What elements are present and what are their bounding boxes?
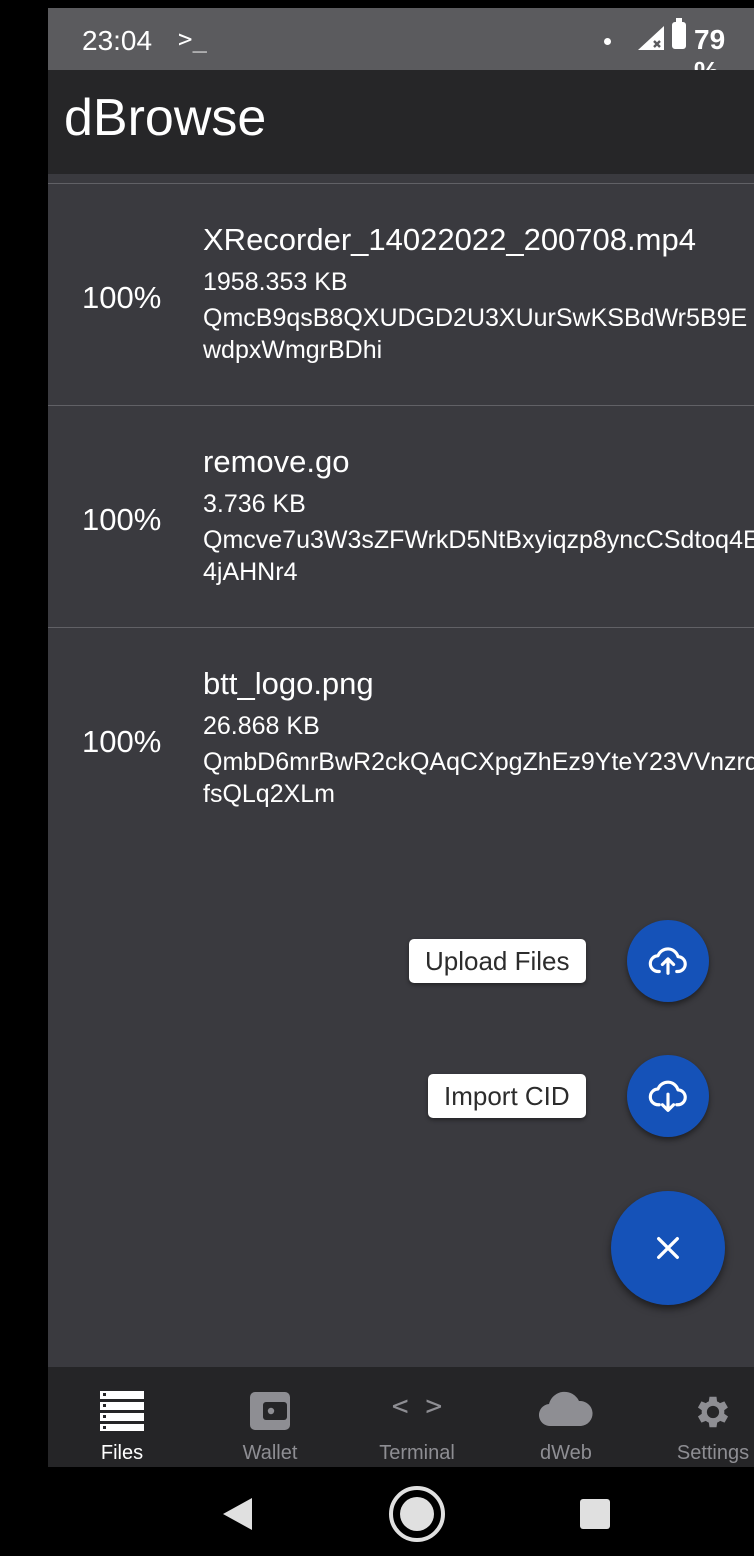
nav-label: dWeb <box>540 1442 592 1464</box>
file-cid: QmcB9qsB8QXUDGD2U3XUurSwKSBdWr5B9EwdpxWm… <box>203 304 748 364</box>
file-row[interactable]: 100% XRecorder_14022022_200708.mp4 1958.… <box>48 184 754 405</box>
home-icon[interactable] <box>388 1485 446 1543</box>
nav-label: Settings <box>676 1442 750 1464</box>
terminal-notification-icon: >_ <box>178 25 207 53</box>
code-icon: < > <box>391 1389 443 1422</box>
import-cid-label[interactable]: Import CID <box>428 1074 586 1118</box>
bottom-navigation: Files Wallet < > Terminal dWeb Settings <box>48 1367 754 1467</box>
back-icon[interactable] <box>222 1497 254 1531</box>
file-name: btt_logo.png <box>203 666 374 701</box>
close-fab-button[interactable] <box>611 1191 725 1305</box>
close-icon <box>657 1237 679 1259</box>
nav-item-settings[interactable]: Settings <box>643 1367 754 1467</box>
file-size: 1958.353 KB <box>203 268 348 296</box>
battery-icon <box>672 18 686 49</box>
signal-icon <box>636 24 666 59</box>
notification-dot-icon <box>604 38 611 45</box>
file-cid: Qmcve7u3W3sZFWrkD5NtBxyiqzp8yncCSdtoq4E4… <box>203 526 754 586</box>
file-progress: 100% <box>82 724 162 759</box>
import-cid-button[interactable] <box>627 1055 709 1137</box>
nav-item-wallet[interactable]: Wallet <box>200 1367 340 1467</box>
wallet-icon <box>249 1391 291 1436</box>
file-size: 26.868 KB <box>203 712 320 740</box>
file-row[interactable]: 100% remove.go 3.736 KB Qmcve7u3W3sZFWrk… <box>48 406 754 627</box>
file-name: XRecorder_14022022_200708.mp4 <box>203 222 696 257</box>
gear-icon <box>692 1391 734 1438</box>
file-cid: QmbD6mrBwR2ckQAqCXpgZhEz9YteY23VVnzrdfsQ… <box>203 748 754 808</box>
app-title: dBrowse <box>64 89 267 147</box>
status-time: 23:04 <box>82 25 153 56</box>
cloud-download-icon <box>648 1080 687 1112</box>
file-name: remove.go <box>203 444 350 479</box>
file-progress: 100% <box>82 502 162 537</box>
system-navigation-bar <box>0 1467 754 1556</box>
app-bar: dBrowse <box>48 70 754 174</box>
cloud-icon <box>538 1391 593 1432</box>
upload-files-label[interactable]: Upload Files <box>409 939 586 983</box>
nav-label: Terminal <box>379 1442 455 1464</box>
status-bar: 23:04 >_ 79 % <box>48 8 754 87</box>
nav-item-terminal[interactable]: < > Terminal <box>347 1367 487 1467</box>
files-icon <box>100 1391 144 1436</box>
nav-label: Files <box>100 1442 144 1464</box>
app-screen: 23:04 >_ 79 % dBrowse 100% XRecorder_140… <box>48 8 754 1467</box>
nav-item-files[interactable]: Files <box>52 1367 192 1467</box>
nav-item-dweb[interactable]: dWeb <box>496 1367 636 1467</box>
recents-icon[interactable] <box>580 1499 610 1529</box>
file-size: 3.736 KB <box>203 490 306 518</box>
file-row[interactable]: 100% btt_logo.png 26.868 KB QmbD6mrBwR2c… <box>48 628 754 849</box>
file-progress: 100% <box>82 280 162 315</box>
nav-label: Wallet <box>242 1442 298 1464</box>
file-list: 100% XRecorder_14022022_200708.mp4 1958.… <box>48 183 754 849</box>
upload-files-button[interactable] <box>627 920 709 1002</box>
cloud-upload-icon <box>648 947 687 975</box>
